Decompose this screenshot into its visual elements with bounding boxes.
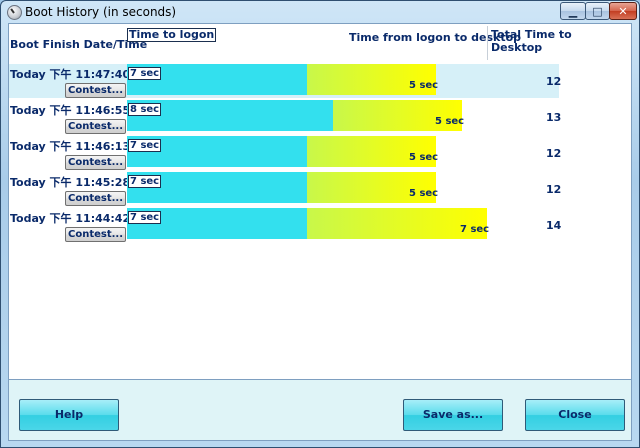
- contest-button[interactable]: Contest...: [65, 227, 126, 242]
- header-time-to-logon: Time to logon: [127, 28, 217, 42]
- boot-history-window: Boot History (in seconds) ▁ □ ✕ Boot Fin…: [0, 0, 640, 448]
- total-time-value: 14: [546, 219, 562, 232]
- logon-time-label: 7 sec: [128, 211, 162, 224]
- minimize-button[interactable]: ▁: [560, 2, 586, 20]
- close-window-button[interactable]: ✕: [609, 2, 637, 20]
- table-row[interactable]: Today 下午 11:46:13 Contest... 7 sec 5 sec 12: [9, 136, 562, 170]
- desktop-time-label: 5 sec: [409, 80, 439, 91]
- header-total-line2: Desktop: [491, 41, 543, 54]
- total-time-value: 12: [546, 183, 562, 196]
- table-row[interactable]: Today 下午 11:46:55 Contest... 8 sec 5 sec 13: [9, 100, 562, 134]
- desktop-time-label: 5 sec: [435, 116, 465, 127]
- header-total-line1: Total Time to: [491, 28, 572, 41]
- logon-time-label: 7 sec: [128, 175, 162, 188]
- boot-date-time: Today 下午 11:46:13: [10, 140, 131, 153]
- table-row[interactable]: Today 下午 11:44:42 Contest... 7 sec 7 sec 14: [9, 208, 562, 242]
- logon-time-label: 7 sec: [128, 139, 162, 152]
- header-divider: [487, 26, 488, 60]
- button-bar: Help Save as... Close: [8, 380, 632, 441]
- total-time-value: 13: [546, 111, 562, 124]
- close-button[interactable]: Close: [525, 399, 625, 431]
- help-button[interactable]: Help: [19, 399, 119, 431]
- maximize-button[interactable]: □: [585, 2, 610, 20]
- boot-date-time: Today 下午 11:45:28: [10, 176, 131, 189]
- save-as-button[interactable]: Save as...: [403, 399, 503, 431]
- total-time-value: 12: [546, 147, 562, 160]
- table-row[interactable]: Today 下午 11:47:40 Contest... 7 sec 5 sec 12: [9, 64, 562, 98]
- table-row[interactable]: Today 下午 11:45:28 Contest... 7 sec 5 sec 12: [9, 172, 562, 206]
- window-title: Boot History (in seconds): [25, 5, 177, 19]
- header-total-time: Total Time to Desktop: [491, 28, 572, 54]
- history-table: Boot Finish Date/Time Time to logon Time…: [8, 23, 632, 380]
- contest-button[interactable]: Contest...: [65, 155, 126, 170]
- app-icon: [7, 5, 22, 20]
- boot-date-time: Today 下午 11:44:42: [10, 212, 131, 225]
- logon-time-label: 8 sec: [128, 103, 162, 116]
- contest-button[interactable]: Contest...: [65, 191, 126, 206]
- title-bar[interactable]: Boot History (in seconds) ▁ □ ✕: [1, 1, 639, 23]
- logon-time-label: 7 sec: [128, 67, 162, 80]
- desktop-time-label: 5 sec: [409, 188, 439, 199]
- contest-button[interactable]: Contest...: [65, 119, 126, 134]
- desktop-time-label: 7 sec: [460, 224, 490, 235]
- boot-date-time: Today 下午 11:47:40: [10, 68, 131, 81]
- total-time-value: 12: [546, 75, 562, 88]
- desktop-time-label: 5 sec: [409, 152, 439, 163]
- boot-date-time: Today 下午 11:46:55: [10, 104, 131, 117]
- contest-button[interactable]: Contest...: [65, 83, 126, 98]
